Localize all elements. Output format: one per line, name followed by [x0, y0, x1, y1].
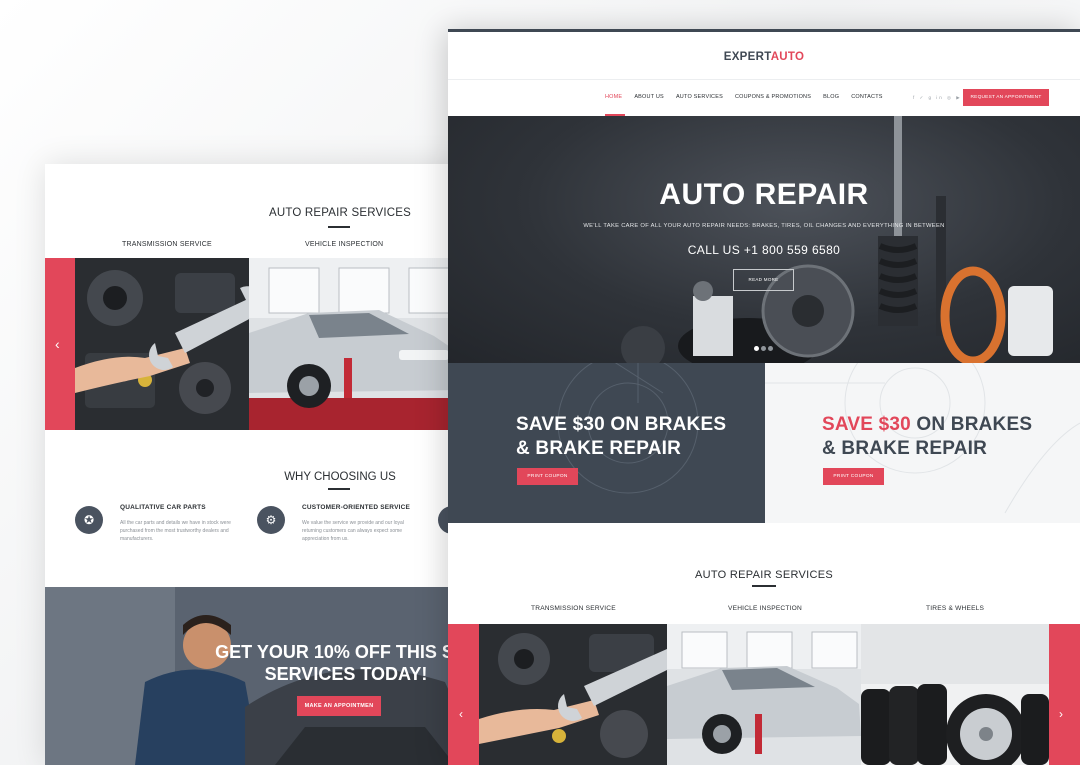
logo-text-expert: EXPERT: [723, 51, 771, 63]
feature-title: QUALITATIVE CAR PARTS: [120, 504, 206, 511]
promo-headline: GET YOUR 10% OFF THIS SEL SERVICES TODAY…: [191, 641, 465, 685]
slider-side-panel: [448, 624, 479, 765]
logo-text-auto: AUTO: [770, 51, 805, 63]
tires-wheels-image[interactable]: [861, 624, 1049, 765]
coupon-headline: SAVE $30 ON BRAKES & BRAKE REPAIR: [822, 413, 1032, 461]
header-divider: [448, 79, 1080, 80]
title-divider: [328, 226, 350, 228]
print-coupon-button[interactable]: PRINT COUPON: [823, 468, 884, 485]
slider-dots: [754, 338, 775, 356]
slider-side-panel: [45, 258, 75, 430]
coupon-line-1: SAVE $30 ON BRAKES: [822, 413, 1032, 437]
star-badge-icon: ✪: [75, 506, 103, 534]
why-section-title: WHY CHOOSING US: [284, 471, 396, 483]
chevron-right-icon[interactable]: ›: [1059, 707, 1063, 721]
service-label-transmission[interactable]: TRANSMISSION SERVICE: [122, 241, 212, 248]
top-accent-bar: [448, 29, 1080, 32]
nav-item-home[interactable]: HOME: [605, 94, 622, 100]
services-slider: ‹: [448, 624, 1080, 765]
social-icons[interactable]: f ✓ g in ◎ ▶: [913, 95, 962, 101]
nav-item-about[interactable]: ABOUT US: [634, 94, 664, 100]
title-divider: [752, 585, 776, 587]
hero-subtitle: WE'LL TAKE CARE OF ALL YOUR AUTO REPAIR …: [583, 223, 945, 229]
nav-item-auto-services[interactable]: AUTO SERVICES: [676, 94, 723, 100]
slider-dot[interactable]: [754, 346, 759, 351]
hero-slider: AUTO REPAIR WE'LL TAKE CARE OF ALL YOUR …: [448, 116, 1080, 363]
service-label-inspection[interactable]: VEHICLE INSPECTION: [305, 241, 383, 248]
print-coupon-button[interactable]: PRINT COUPON: [517, 468, 578, 485]
title-divider: [328, 488, 350, 490]
make-appointment-button[interactable]: MAKE AN APPOINTMEN: [297, 696, 381, 716]
coupon-card-dark: SAVE $30 ON BRAKES & BRAKE REPAIR PRINT …: [448, 363, 765, 523]
chevron-left-icon[interactable]: ‹: [459, 707, 463, 721]
slider-dot[interactable]: [761, 346, 766, 351]
slider-dot[interactable]: [768, 346, 773, 351]
vehicle-inspection-image[interactable]: [249, 258, 465, 430]
transmission-service-image[interactable]: [75, 258, 249, 430]
feature-title: CUSTOMER-ORIENTED SERVICE: [302, 504, 411, 511]
read-more-button[interactable]: READ MORE: [733, 269, 794, 291]
promo-line-1: GET YOUR 10% OFF THIS SEL: [215, 642, 465, 662]
transmission-service-image[interactable]: [479, 624, 667, 765]
feature-text: We value the service we provide and our …: [302, 520, 404, 542]
section-title: AUTO REPAIR SERVICES: [268, 207, 412, 219]
gears-icon: ⚙: [257, 506, 285, 534]
hero-phone[interactable]: CALL US +1 800 559 6580: [448, 243, 1080, 257]
coupon-card-light: SAVE $30 ON BRAKES & BRAKE REPAIR PRINT …: [765, 363, 1080, 523]
auto-parts-image: [621, 116, 1053, 363]
coupon-line-2: & BRAKE REPAIR: [822, 438, 988, 459]
services-title: AUTO REPAIR SERVICES: [694, 569, 834, 581]
back-page-preview: AUTO REPAIR SERVICES TRANSMISSION SERVIC…: [45, 164, 465, 765]
service-label-transmission[interactable]: TRANSMISSION SERVICE: [531, 605, 616, 612]
services-slider: ‹: [45, 258, 465, 430]
nav-item-coupons[interactable]: COUPONS & PROMOTIONS: [735, 94, 811, 100]
vehicle-inspection-image[interactable]: [667, 624, 861, 765]
slider-side-panel: [1049, 624, 1080, 765]
service-label-inspection[interactable]: VEHICLE INSPECTION: [728, 605, 802, 612]
coupon-highlight: SAVE $30: [822, 414, 911, 435]
hero-title: AUTO REPAIR: [659, 178, 869, 211]
coupon-line-2: & BRAKE REPAIR: [516, 438, 682, 459]
site-logo[interactable]: EXPERTAUTO: [448, 51, 1080, 63]
main-nav: HOME ABOUT US AUTO SERVICES COUPONS & PR…: [605, 94, 895, 100]
feature-text: All the car parts and details we have in…: [120, 520, 231, 542]
request-appointment-button[interactable]: REQUEST AN APPOINTMENT: [963, 89, 1049, 106]
coupon-line-1: SAVE $30 ON BRAKES: [516, 414, 727, 435]
front-page-preview: EXPERTAUTO HOME ABOUT US AUTO SERVICES C…: [448, 29, 1080, 765]
coupon-line-1-rest: ON BRAKES: [910, 414, 1033, 435]
nav-item-blog[interactable]: BLOG: [823, 94, 839, 100]
coupon-headline: SAVE $30 ON BRAKES & BRAKE REPAIR: [516, 413, 726, 461]
chevron-left-icon[interactable]: ‹: [55, 336, 60, 352]
nav-item-contacts[interactable]: CONTACTS: [851, 94, 882, 100]
promo-line-2: SERVICES TODAY!: [264, 664, 428, 684]
showcase-stage: AUTO REPAIR SERVICES TRANSMISSION SERVIC…: [0, 0, 1080, 765]
service-label-tires[interactable]: TIRES & WHEELS: [926, 605, 984, 612]
promo-banner: GET YOUR 10% OFF THIS SEL SERVICES TODAY…: [45, 587, 465, 765]
